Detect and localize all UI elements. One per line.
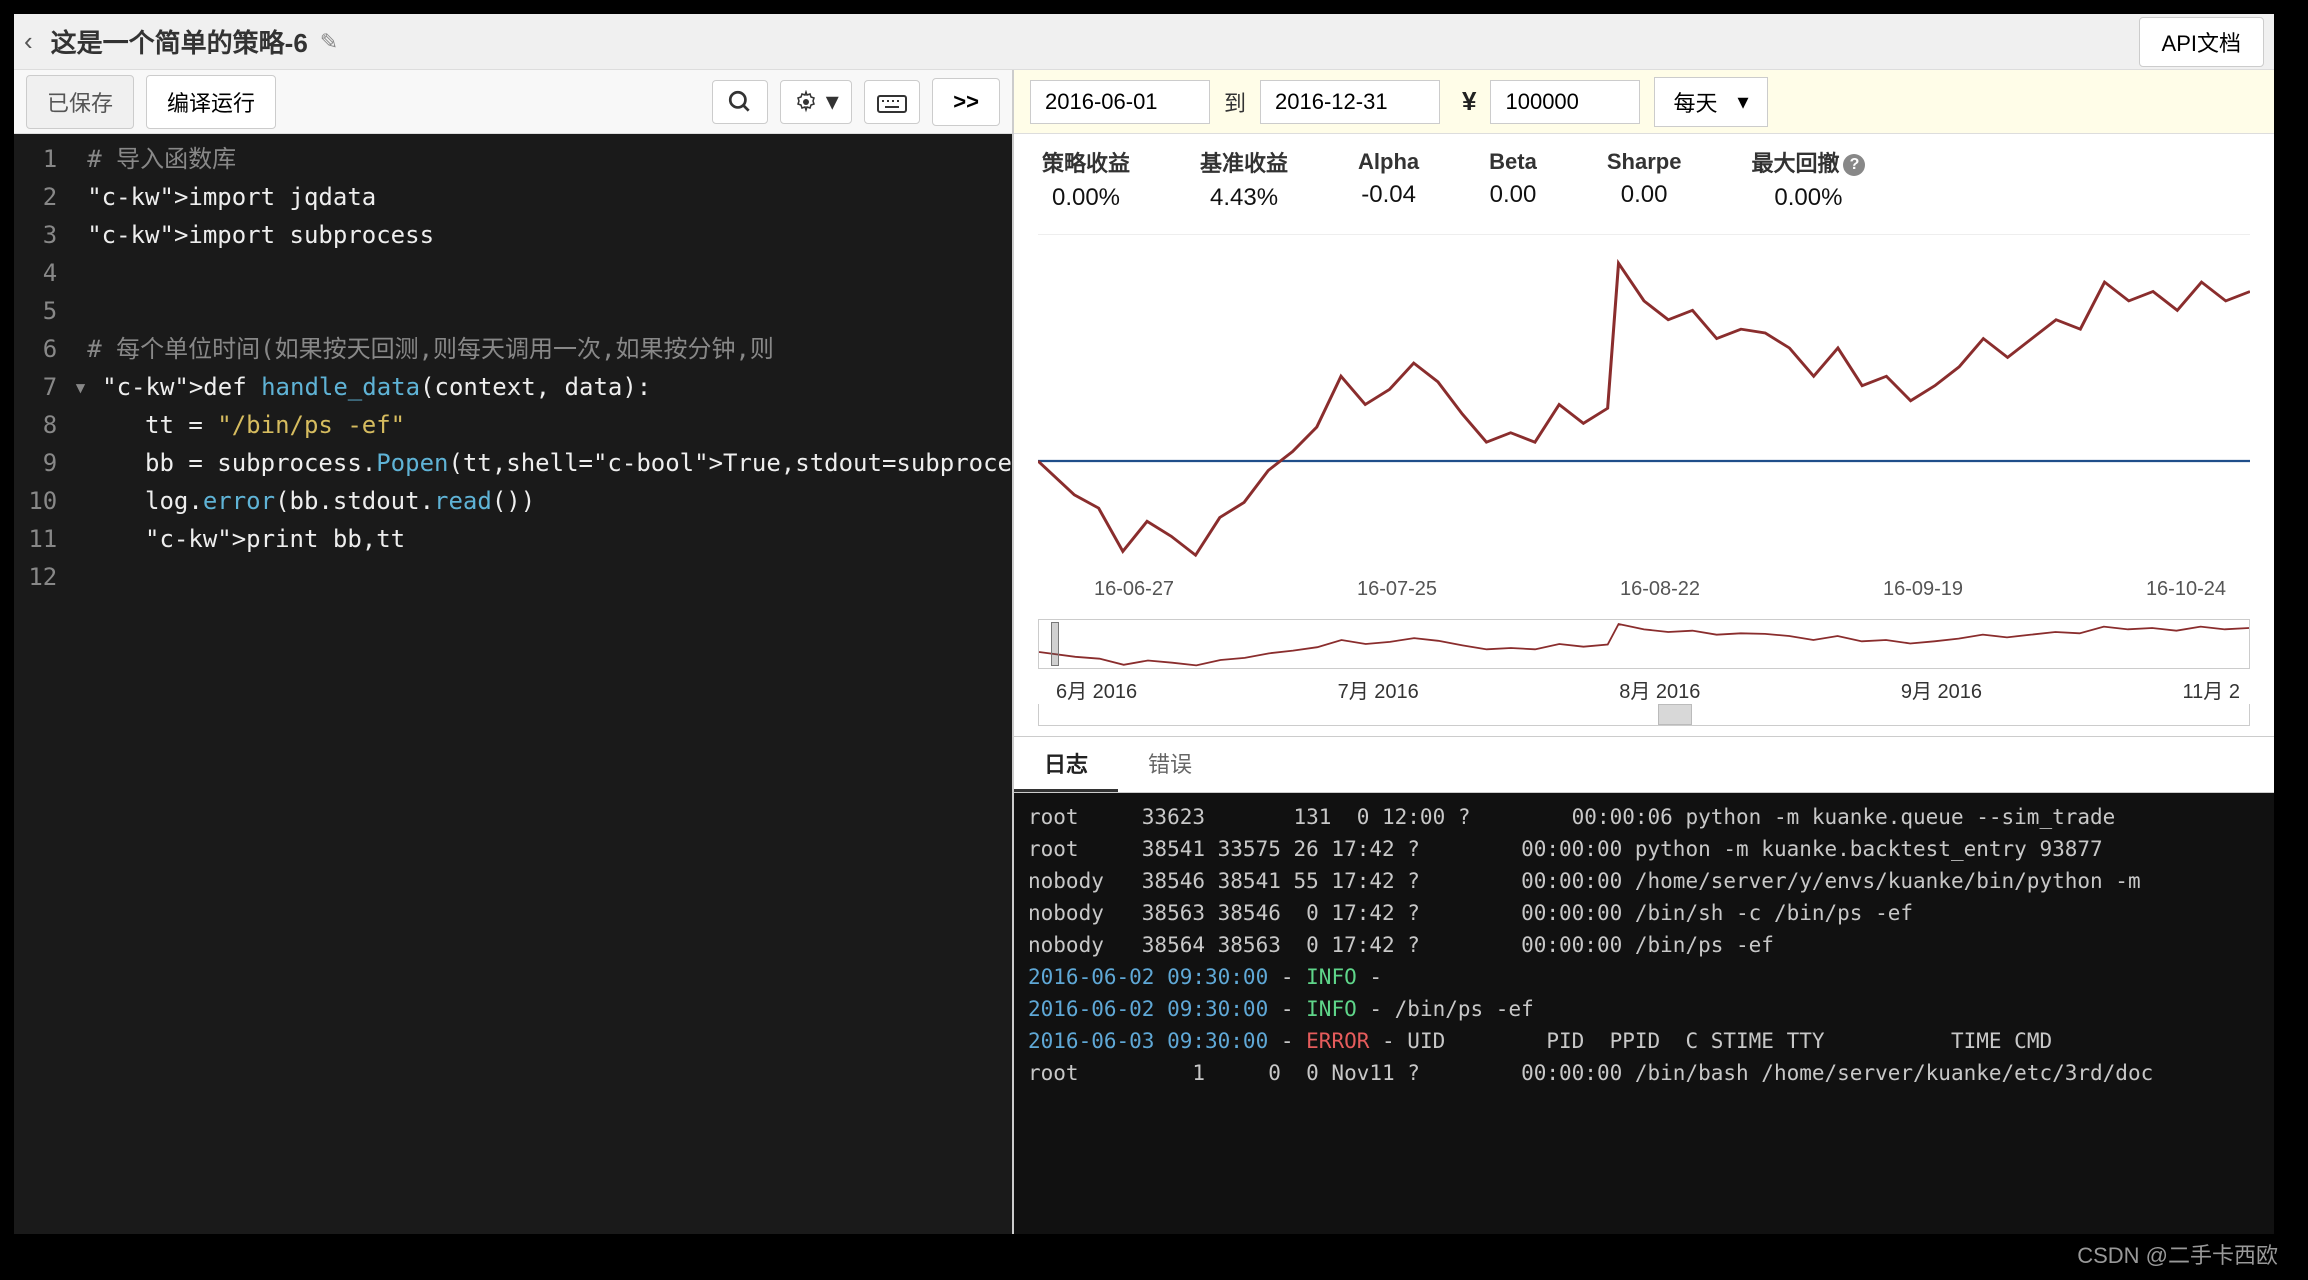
api-docs-button[interactable]: API文档: [2139, 17, 2264, 67]
left-pane: 已保存 编译运行 ▾ >> 123456789101112 # 导入函数库"c-…: [14, 70, 1014, 1234]
code-area[interactable]: # 导入函数库"c-kw">import jqdata"c-kw">import…: [73, 134, 1012, 1234]
code-editor[interactable]: 123456789101112 # 导入函数库"c-kw">import jqd…: [14, 134, 1012, 1234]
overview-chart[interactable]: [1038, 619, 2250, 669]
edit-icon[interactable]: ✎: [320, 29, 338, 55]
watermark: CSDN @二手卡西欧: [2077, 1238, 2278, 1270]
scroll-handle[interactable]: [1658, 704, 1692, 725]
end-date-input[interactable]: [1260, 80, 1440, 124]
run-next-button[interactable]: >>: [932, 78, 1000, 126]
currency-icon: ¥: [1462, 86, 1476, 117]
frequency-label: 每天: [1673, 86, 1717, 118]
overview-scrollbar[interactable]: [1038, 704, 2250, 726]
titlebar: ‹ 这是一个简单的策略-6 ✎ API文档: [14, 14, 2274, 70]
settings-icon[interactable]: ▾: [780, 80, 852, 124]
metric: Beta0.00: [1489, 149, 1537, 209]
metric: 策略收益0.00%: [1042, 146, 1130, 212]
log-output[interactable]: root 33623 131 0 12:00 ? 00:00:06 python…: [1014, 793, 2274, 1234]
chevron-down-icon: ▾: [1738, 89, 1749, 115]
back-icon[interactable]: ‹: [24, 26, 33, 57]
output-tabs: 日志 错误: [1014, 736, 2274, 793]
to-label: 到: [1224, 86, 1246, 118]
chart-x-ticks: 16-06-2716-07-2516-08-2216-09-1916-10-24: [1038, 574, 2250, 601]
capital-input[interactable]: [1490, 80, 1640, 124]
save-status: 已保存: [26, 75, 134, 129]
chart-area: 16-06-2716-07-2516-08-2216-09-1916-10-24…: [1014, 224, 2274, 726]
metrics-row: 策略收益0.00% 基准收益4.43% Alpha-0.04 Beta0.00 Shar…: [1014, 134, 2274, 224]
app-window: ‹ 这是一个简单的策略-6 ✎ API文档 已保存 编译运行 ▾: [14, 14, 2274, 1234]
tab-error[interactable]: 错误: [1118, 737, 1222, 792]
overview-ticks: 6月 20167月 20168月 20169月 201611月 2: [1038, 669, 2250, 704]
line-gutter: 123456789101112: [14, 134, 73, 1234]
page-title: 这是一个简单的策略-6: [51, 23, 308, 60]
main: 已保存 编译运行 ▾ >> 123456789101112 # 导入函数库"c-…: [14, 70, 2274, 1234]
help-icon[interactable]: ?: [1843, 154, 1865, 176]
start-date-input[interactable]: [1030, 80, 1210, 124]
editor-toolbar: 已保存 编译运行 ▾ >>: [14, 70, 1012, 134]
metric: Sharpe0.00: [1607, 149, 1682, 209]
tab-log[interactable]: 日志: [1014, 737, 1118, 792]
search-icon[interactable]: [712, 80, 768, 124]
backtest-toolbar: 到 ¥ 每天 ▾: [1014, 70, 2274, 134]
keyboard-icon[interactable]: [864, 80, 920, 124]
metric: 基准收益4.43%: [1200, 146, 1288, 212]
compile-run-button[interactable]: 编译运行: [146, 75, 276, 129]
metric: Alpha-0.04: [1358, 149, 1419, 209]
overview-handle[interactable]: [1051, 622, 1059, 666]
returns-chart[interactable]: [1038, 234, 2250, 574]
right-pane: 到 ¥ 每天 ▾ 策略收益0.00% 基准收益4.43% Alpha-0.04 Bet…: [1014, 70, 2274, 1234]
frequency-select[interactable]: 每天 ▾: [1654, 77, 1767, 127]
metric: 最大回撤?0.00%: [1751, 146, 1865, 212]
